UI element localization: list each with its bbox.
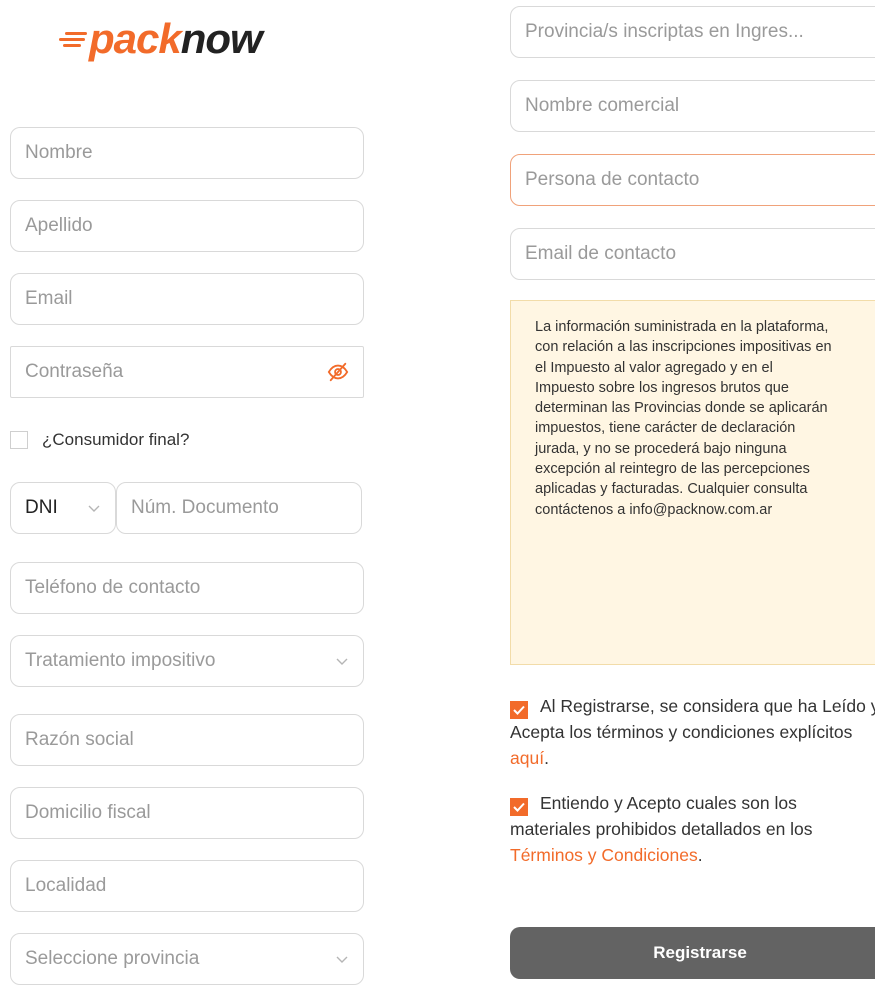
provincia-select[interactable]: Seleccione provincia [10, 933, 364, 985]
register-button[interactable]: Registrarse [510, 927, 875, 979]
email-input[interactable]: Email [10, 273, 364, 325]
terms-link[interactable]: aquí [510, 748, 544, 768]
logo-pack-text: pack [89, 15, 182, 62]
nombre-input[interactable]: Nombre [10, 127, 364, 179]
terms-text: Al Registrarse, se considera que ha Leíd… [510, 696, 875, 742]
nombre-comercial-input[interactable]: Nombre comercial [510, 80, 875, 132]
localidad-input[interactable]: Localidad [10, 860, 364, 912]
terms-consent: Al Registrarse, se considera que ha Leíd… [510, 693, 875, 771]
prohibited-consent: Entiendo y Acepto cuales son los materia… [510, 793, 813, 865]
persona-contacto-input[interactable]: Persona de contacto [510, 154, 875, 206]
consumidor-final-checkbox[interactable] [10, 431, 28, 449]
terms-conditions-link[interactable]: Términos y Condiciones [510, 845, 698, 865]
terms-checkbox[interactable] [510, 701, 528, 719]
logo-lines-icon [57, 29, 87, 49]
provincias-iibb-select[interactable]: Provincia/s inscriptas en Ingres... [510, 6, 875, 58]
packnow-logo[interactable]: packnow [57, 14, 327, 64]
consumidor-final-label: ¿Consumidor final? [42, 430, 190, 449]
tratamiento-impositivo-select[interactable]: Tratamiento impositivo [10, 635, 364, 687]
tax-notice-text: La información suministrada en la plataf… [535, 319, 832, 518]
checkmark-icon [513, 802, 525, 812]
chevron-down-icon [336, 658, 348, 665]
razon-social-input[interactable]: Razón social [10, 714, 364, 766]
checkmark-icon [513, 705, 525, 715]
prohibited-checkbox[interactable] [510, 798, 528, 816]
chevron-down-icon [336, 956, 348, 963]
tax-notice-box: La información suministrada en la plataf… [510, 300, 875, 665]
password-input[interactable]: Contraseña [10, 346, 364, 398]
prohibited-text: Entiendo y Acepto cuales son los materia… [510, 793, 813, 839]
eye-off-icon[interactable] [327, 361, 349, 383]
email-contacto-input[interactable]: Email de contacto [510, 228, 875, 280]
consumidor-final-row[interactable]: ¿Consumidor final? [10, 428, 310, 452]
chevron-down-icon [88, 505, 100, 512]
doc-number-input[interactable]: Núm. Documento [116, 482, 362, 534]
doc-type-select[interactable]: DNI [10, 482, 116, 534]
domicilio-fiscal-input[interactable]: Domicilio fiscal [10, 787, 364, 839]
apellido-input[interactable]: Apellido [10, 200, 364, 252]
telefono-input[interactable]: Teléfono de contacto [10, 562, 364, 614]
logo-now-text: now [180, 15, 263, 62]
